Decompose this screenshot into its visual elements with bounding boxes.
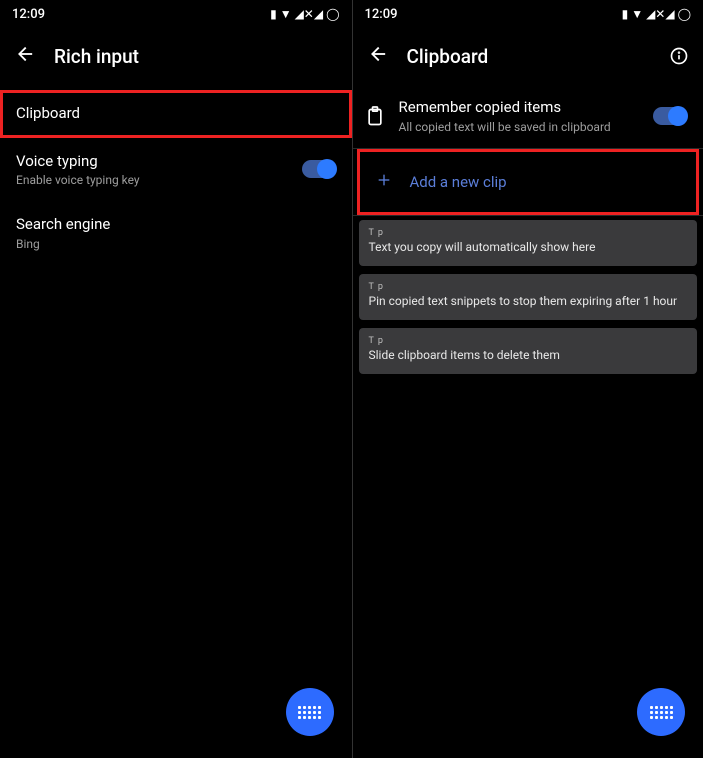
status-time: 12:09: [365, 7, 398, 22]
page-title: Clipboard: [407, 45, 648, 68]
tips-list: T p Text you copy will automatically sho…: [353, 216, 703, 378]
item-clipboard-label: Clipboard: [16, 104, 336, 124]
settings-list: Clipboard Voice typing Enable voice typi…: [0, 84, 352, 758]
tip-tag: T p: [369, 282, 688, 292]
keyboard-icon: [299, 705, 321, 719]
keyboard-icon: [650, 705, 672, 719]
item-search-sub: Bing: [16, 237, 336, 251]
status-bar: 12:09 ▮ ▼ ◢✕◢ ◯: [353, 0, 703, 28]
add-new-clip-button[interactable]: Add a new clip: [360, 152, 697, 212]
remember-label: Remember copied items: [399, 98, 640, 118]
tip-msg: Slide clipboard items to delete them: [369, 348, 688, 362]
item-voice-label: Voice typing: [16, 152, 288, 172]
info-icon[interactable]: [667, 44, 691, 68]
status-icons: ▮ ▼ ◢✕◢ ◯: [622, 7, 691, 21]
plus-icon: [376, 172, 392, 192]
back-icon[interactable]: [365, 43, 387, 69]
item-search-label: Search engine: [16, 215, 336, 235]
tip-tag: T p: [369, 228, 688, 238]
page-title: Rich input: [54, 45, 340, 68]
remember-toggle[interactable]: [653, 107, 687, 125]
status-icons: ▮ ▼ ◢✕◢ ◯: [270, 7, 339, 21]
highlight-add-clip: Add a new clip: [357, 149, 700, 215]
clipboard-icon: [365, 105, 385, 127]
keyboard-fab[interactable]: [637, 688, 685, 736]
screen-rich-input: 12:09 ▮ ▼ ◢✕◢ ◯ Rich input Clipboard Voi…: [0, 0, 352, 758]
tip-item[interactable]: T p Pin copied text snippets to stop the…: [359, 274, 698, 320]
status-bar: 12:09 ▮ ▼ ◢✕◢ ◯: [0, 0, 352, 28]
voice-typing-toggle[interactable]: [302, 160, 336, 178]
item-voice-sub: Enable voice typing key: [16, 173, 288, 187]
tip-item[interactable]: T p Slide clipboard items to delete them: [359, 328, 698, 374]
status-time: 12:09: [12, 7, 45, 22]
screen-clipboard: 12:09 ▮ ▼ ◢✕◢ ◯ Clipboard Remember copie…: [352, 0, 703, 758]
tip-msg: Pin copied text snippets to stop them ex…: [369, 294, 688, 308]
app-bar: Clipboard: [353, 28, 703, 84]
tip-msg: Text you copy will automatically show he…: [369, 240, 688, 254]
item-remember-copied[interactable]: Remember copied items All copied text wi…: [353, 84, 703, 148]
keyboard-fab[interactable]: [286, 688, 334, 736]
app-bar: Rich input: [0, 28, 352, 84]
item-clipboard[interactable]: Clipboard: [0, 90, 352, 138]
back-icon[interactable]: [12, 43, 34, 69]
item-search-engine[interactable]: Search engine Bing: [0, 201, 352, 265]
add-clip-label: Add a new clip: [410, 173, 507, 191]
tip-tag: T p: [369, 336, 688, 346]
item-voice-typing[interactable]: Voice typing Enable voice typing key: [0, 138, 352, 202]
remember-sub: All copied text will be saved in clipboa…: [399, 120, 640, 134]
tip-item[interactable]: T p Text you copy will automatically sho…: [359, 220, 698, 266]
